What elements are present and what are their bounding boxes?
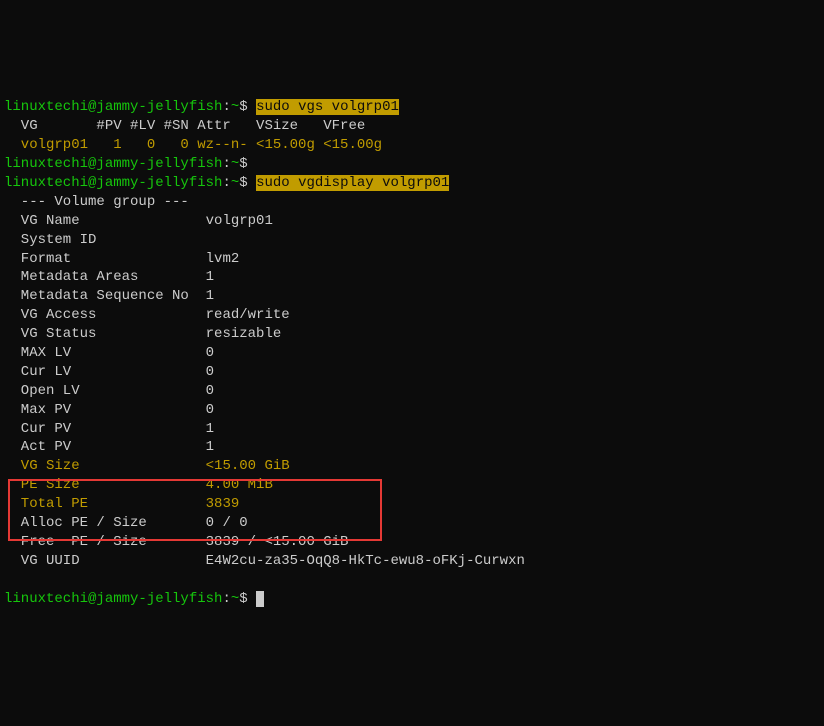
format-value: lvm2	[197, 251, 239, 267]
max-lv-label: MAX LV	[4, 345, 197, 361]
prompt-path: ~	[231, 99, 239, 115]
vg-name-label: VG Name	[4, 213, 197, 229]
vg-uuid-value: E4W2cu-za35-OqQ8-HkTc-ewu8-oFKj-Curwxn	[197, 553, 525, 569]
prompt-sep: :	[222, 156, 230, 172]
prompt-path: ~	[231, 156, 239, 172]
metadata-seq-label: Metadata Sequence No	[4, 288, 197, 304]
prompt-sep: :	[222, 591, 230, 607]
prompt-path: ~	[231, 175, 239, 191]
command-vgs: sudo vgs volgrp01	[256, 99, 399, 115]
act-pv-value: 1	[197, 439, 214, 455]
vg-uuid-label: VG UUID	[4, 553, 197, 569]
cur-lv-value: 0	[197, 364, 214, 380]
pe-size-value: 4.00 MiB	[197, 477, 273, 493]
cursor-icon[interactable]	[256, 591, 264, 607]
prompt-user: linuxtechi@jammy-jellyfish	[4, 156, 222, 172]
vgdisplay-header: --- Volume group ---	[4, 194, 189, 210]
metadata-areas-value: 1	[197, 269, 214, 285]
max-pv-label: Max PV	[4, 402, 197, 418]
prompt-user: linuxtechi@jammy-jellyfish	[4, 591, 222, 607]
prompt-dollar: $	[239, 591, 247, 607]
prompt-sep: :	[222, 175, 230, 191]
vgs-row: volgrp01 1 0 0 wz--n- <15.00g <15.00g	[4, 137, 382, 153]
vg-size-label: VG Size	[4, 458, 197, 474]
vgs-header: VG #PV #LV #SN Attr VSize VFree	[4, 118, 365, 134]
vg-status-label: VG Status	[4, 326, 197, 342]
prompt-dollar: $	[239, 99, 247, 115]
alloc-pe-label: Alloc PE / Size	[4, 515, 197, 531]
prompt-dollar: $	[239, 156, 247, 172]
format-label: Format	[4, 251, 197, 267]
command-vgdisplay: sudo vgdisplay volgrp01	[256, 175, 449, 191]
open-lv-value: 0	[197, 383, 214, 399]
pe-size-label: PE Size	[4, 477, 197, 493]
cur-pv-label: Cur PV	[4, 421, 197, 437]
prompt-user: linuxtechi@jammy-jellyfish	[4, 99, 222, 115]
terminal-output: linuxtechi@jammy-jellyfish:~$ sudo vgs v…	[4, 80, 820, 628]
vg-access-value: read/write	[197, 307, 289, 323]
max-lv-value: 0	[197, 345, 214, 361]
max-pv-value: 0	[197, 402, 214, 418]
vg-access-label: VG Access	[4, 307, 197, 323]
act-pv-label: Act PV	[4, 439, 197, 455]
vg-size-value: <15.00 GiB	[197, 458, 289, 474]
vg-name-value: volgrp01	[197, 213, 273, 229]
alloc-pe-value: 0 / 0	[197, 515, 247, 531]
open-lv-label: Open LV	[4, 383, 197, 399]
system-id-label: System ID	[4, 232, 96, 248]
cur-pv-value: 1	[197, 421, 214, 437]
prompt-path: ~	[231, 591, 239, 607]
prompt-sep: :	[222, 99, 230, 115]
metadata-seq-value: 1	[197, 288, 214, 304]
total-pe-label: Total PE	[4, 496, 197, 512]
metadata-areas-label: Metadata Areas	[4, 269, 197, 285]
prompt-dollar: $	[239, 175, 247, 191]
total-pe-value: 3839	[197, 496, 239, 512]
prompt-user: linuxtechi@jammy-jellyfish	[4, 175, 222, 191]
cur-lv-label: Cur LV	[4, 364, 197, 380]
vg-status-value: resizable	[197, 326, 281, 342]
